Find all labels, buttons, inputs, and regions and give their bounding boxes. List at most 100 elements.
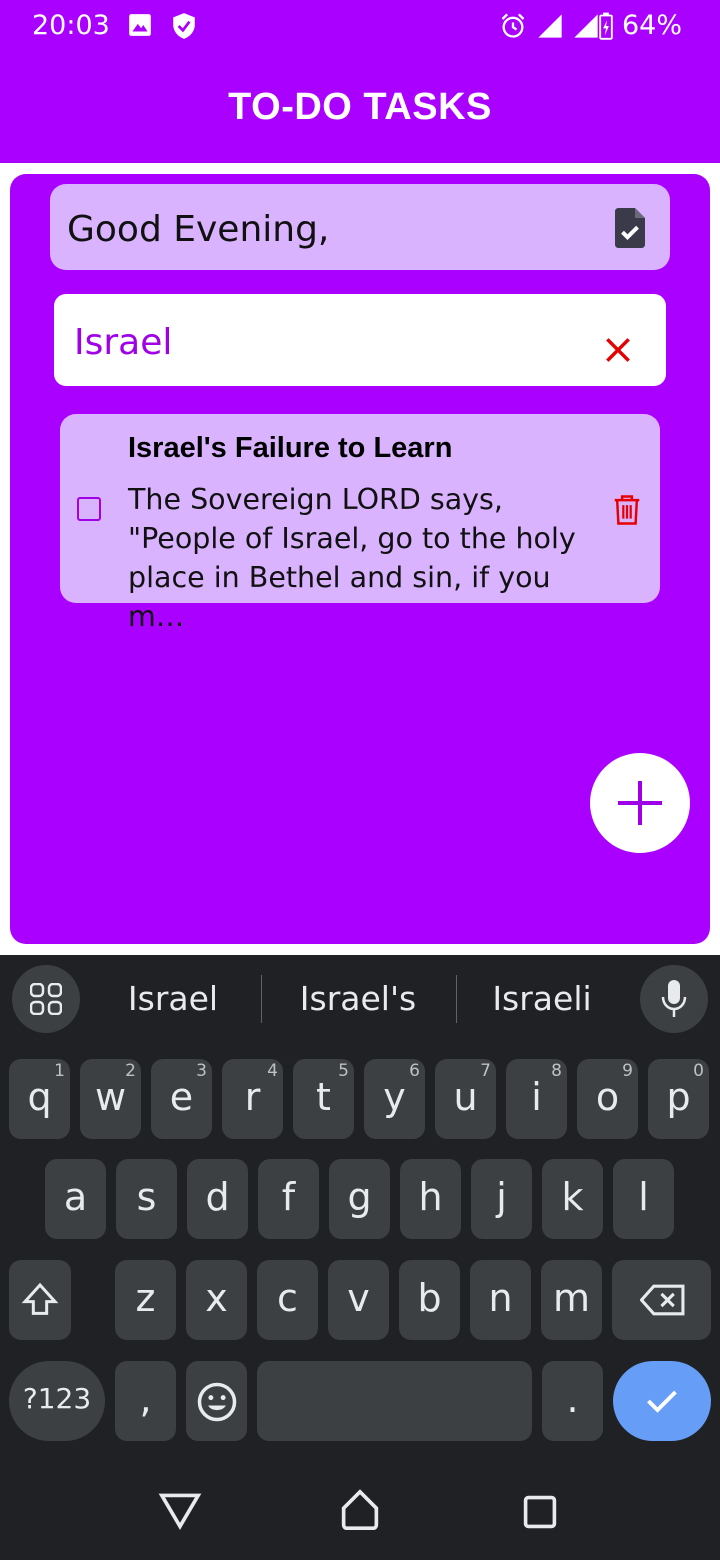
suggestion-divider xyxy=(261,975,262,1023)
key-label: q xyxy=(27,1075,52,1119)
key-label: m xyxy=(552,1276,591,1320)
key-label: u xyxy=(453,1075,478,1119)
task-checkbox[interactable] xyxy=(77,497,101,521)
greeting-banner: Good Evening, xyxy=(50,184,670,270)
trash-icon[interactable] xyxy=(612,494,642,531)
key-label: c xyxy=(277,1276,298,1320)
key-hint: 2 xyxy=(125,1061,136,1081)
key-hint: 4 xyxy=(267,1061,278,1081)
task-card[interactable]: Israel's Failure to Learn The Sovereign … xyxy=(60,414,660,633)
shift-key[interactable] xyxy=(9,1260,71,1340)
backspace-key[interactable] xyxy=(612,1260,711,1340)
key-label: g xyxy=(347,1175,372,1219)
key-v[interactable]: v xyxy=(328,1260,389,1340)
key-hint: 7 xyxy=(480,1061,491,1081)
key-label: z xyxy=(135,1276,156,1320)
key-y[interactable]: y6 xyxy=(364,1059,425,1139)
key-l[interactable]: l xyxy=(613,1159,674,1239)
key-hint: 3 xyxy=(196,1061,207,1081)
period-label: . xyxy=(566,1377,579,1421)
suggestion-2[interactable]: Israel's xyxy=(268,979,448,1018)
key-label: a xyxy=(63,1175,88,1219)
emoji-icon xyxy=(197,1382,237,1422)
key-n[interactable]: n xyxy=(470,1260,531,1340)
close-icon[interactable] xyxy=(602,334,634,371)
key-j[interactable]: j xyxy=(471,1159,532,1239)
key-a[interactable]: a xyxy=(45,1159,106,1239)
key-label: h xyxy=(418,1175,443,1219)
key-label: e xyxy=(169,1075,194,1119)
shift-icon xyxy=(21,1282,59,1315)
key-h[interactable]: h xyxy=(400,1159,461,1239)
key-b[interactable]: b xyxy=(399,1260,460,1340)
key-q[interactable]: q1 xyxy=(9,1059,70,1139)
key-w[interactable]: w2 xyxy=(80,1059,141,1139)
key-c[interactable]: c xyxy=(257,1260,318,1340)
key-p[interactable]: p0 xyxy=(648,1059,709,1139)
signal-icon xyxy=(571,12,601,45)
period-key[interactable]: . xyxy=(542,1361,603,1441)
key-z[interactable]: z xyxy=(115,1260,176,1340)
key-label: i xyxy=(531,1075,542,1119)
comma-label: , xyxy=(139,1377,152,1421)
add-task-button[interactable] xyxy=(590,753,690,853)
key-hint: 9 xyxy=(622,1061,633,1081)
app-header: 20:03 64% TO-DO TASKS xyxy=(0,0,720,163)
status-time: 20:03 xyxy=(32,10,110,41)
key-label: s xyxy=(136,1175,157,1219)
key-label: w xyxy=(94,1075,127,1119)
key-label: p xyxy=(666,1075,691,1119)
key-t[interactable]: t5 xyxy=(293,1059,354,1139)
task-title: Israel's Failure to Learn xyxy=(128,432,453,464)
key-o[interactable]: o9 xyxy=(577,1059,638,1139)
key-g[interactable]: g xyxy=(329,1159,390,1239)
key-hint: 0 xyxy=(693,1061,704,1081)
key-e[interactable]: e3 xyxy=(151,1059,212,1139)
home-icon[interactable] xyxy=(340,1488,380,1532)
key-label: n xyxy=(488,1276,513,1320)
navigation-bar xyxy=(0,1460,720,1560)
key-x[interactable]: x xyxy=(186,1260,247,1340)
key-label: y xyxy=(383,1075,406,1119)
key-hint: 5 xyxy=(338,1061,349,1081)
key-u[interactable]: u7 xyxy=(435,1059,496,1139)
document-check-icon[interactable] xyxy=(610,206,650,255)
key-label: l xyxy=(638,1175,649,1219)
suggestion-3[interactable]: Israeli xyxy=(462,979,622,1018)
symbols-key[interactable]: ?123 xyxy=(9,1361,105,1441)
key-k[interactable]: k xyxy=(542,1159,603,1239)
suggestion-1[interactable]: Israel xyxy=(98,979,248,1018)
key-d[interactable]: d xyxy=(187,1159,248,1239)
key-r[interactable]: r4 xyxy=(222,1059,283,1139)
key-label: b xyxy=(417,1276,442,1320)
voice-input-button[interactable] xyxy=(640,965,708,1033)
image-icon xyxy=(127,12,153,43)
enter-key[interactable] xyxy=(613,1361,711,1441)
comma-key[interactable]: , xyxy=(115,1361,176,1441)
key-hint: 6 xyxy=(409,1061,420,1081)
search-field[interactable]: Israel xyxy=(54,294,666,386)
key-m[interactable]: m xyxy=(541,1260,602,1340)
backspace-icon xyxy=(640,1284,685,1316)
key-hint: 1 xyxy=(54,1061,65,1081)
key-label: k xyxy=(561,1175,584,1219)
key-s[interactable]: s xyxy=(116,1159,177,1239)
battery-percent: 64% xyxy=(622,10,683,41)
soft-keyboard: Israel Israel's Israeli q1w2e3r4t5y6u7i8… xyxy=(0,955,720,1460)
suggestion-divider xyxy=(456,975,457,1023)
back-icon[interactable] xyxy=(158,1490,202,1530)
key-hint: 8 xyxy=(551,1061,562,1081)
app-title: TO-DO TASKS xyxy=(228,86,492,128)
space-key[interactable] xyxy=(257,1361,532,1441)
key-i[interactable]: i8 xyxy=(506,1059,567,1139)
key-label: j xyxy=(496,1175,507,1219)
signal-icon xyxy=(535,12,565,45)
key-f[interactable]: f xyxy=(258,1159,319,1239)
key-label: x xyxy=(205,1276,228,1320)
key-label: f xyxy=(281,1175,296,1219)
search-input[interactable]: Israel xyxy=(74,322,172,363)
keyboard-apps-button[interactable] xyxy=(12,965,80,1033)
key-label: d xyxy=(205,1175,230,1219)
recents-icon[interactable] xyxy=(522,1494,558,1530)
emoji-key[interactable] xyxy=(186,1361,247,1441)
